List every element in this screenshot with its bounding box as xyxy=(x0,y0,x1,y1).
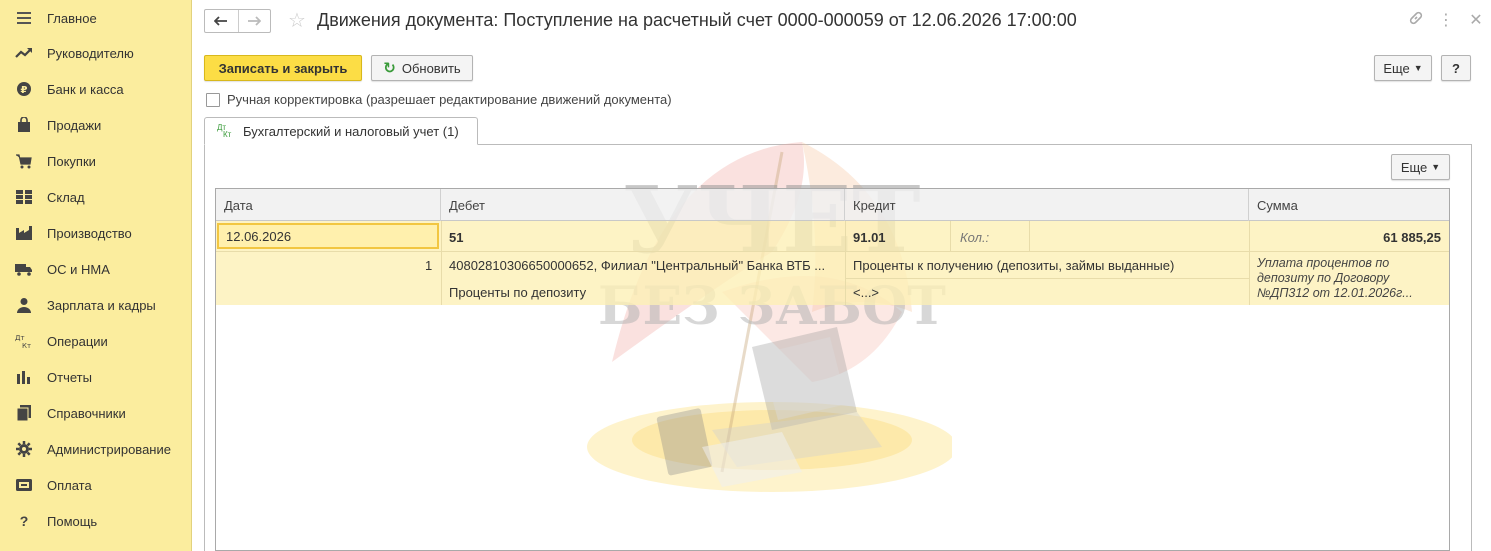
forward-button[interactable] xyxy=(237,10,271,32)
app-window: Главное Руководителю ₽ Банк и касса Прод… xyxy=(0,0,1491,551)
postings-table: Дата Дебет Кредит Сумма 12.06.2026 1 51 … xyxy=(215,188,1450,551)
credit-quantity[interactable]: Кол.: xyxy=(960,230,989,245)
chevron-down-icon: ▼ xyxy=(1431,162,1441,172)
sidebar-item-label: Руководителю xyxy=(47,45,134,61)
more-label: Еще xyxy=(1383,60,1410,76)
sidebar-item-salary[interactable]: Зарплата и кадры xyxy=(0,287,192,323)
sidebar-item-label: Производство xyxy=(47,225,132,241)
more-button[interactable]: Еще ▼ xyxy=(1374,55,1432,81)
svg-text:₽: ₽ xyxy=(21,85,28,96)
link-icon[interactable] xyxy=(1401,10,1431,31)
table-more-label: Еще xyxy=(1400,159,1428,175)
sidebar-item-label: Склад xyxy=(47,189,85,205)
refresh-button[interactable]: ↻ Обновить xyxy=(371,55,473,81)
sidebar-item-catalogs[interactable]: Справочники xyxy=(0,395,192,431)
sidebar-item-operations[interactable]: Дт Кт Операции xyxy=(0,323,192,359)
cart-icon xyxy=(14,153,34,169)
sidebar-item-manager[interactable]: Руководителю xyxy=(0,35,192,71)
trend-icon xyxy=(14,45,34,61)
svg-text:Кт: Кт xyxy=(22,342,31,349)
sidebar-item-label: Зарплата и кадры xyxy=(47,297,156,313)
debit-subconto-2[interactable]: Проценты по депозиту xyxy=(449,285,586,300)
row-number: 1 xyxy=(425,258,433,273)
credit-account[interactable]: 91.01 xyxy=(853,230,886,245)
manual-correction-label[interactable]: Ручная корректировка (разрешает редактир… xyxy=(227,92,672,107)
sidebar-item-bank[interactable]: ₽ Банк и касса xyxy=(0,71,192,107)
sidebar: Главное Руководителю ₽ Банк и касса Прод… xyxy=(0,0,192,551)
dt-kt-icon: Дт Кт xyxy=(14,333,34,349)
sidebar-item-label: Справочники xyxy=(47,405,126,421)
sidebar-item-sales[interactable]: Продажи xyxy=(0,107,192,143)
manual-correction-checkbox[interactable] xyxy=(206,92,220,107)
ruble-icon: ₽ xyxy=(14,81,34,97)
manual-correction-row: Ручная корректировка (разрешает редактир… xyxy=(206,92,672,107)
sidebar-item-label: Операции xyxy=(47,333,108,349)
sidebar-item-admin[interactable]: Администрирование xyxy=(0,431,192,467)
tab-accounting[interactable]: Дт Кт Бухгалтерский и налоговый учет (1) xyxy=(204,117,478,145)
sidebar-item-assets[interactable]: ОС и НМА xyxy=(0,251,192,287)
sidebar-item-help[interactable]: ? Помощь xyxy=(0,503,192,539)
books-icon xyxy=(14,405,34,421)
gear-icon xyxy=(14,441,34,457)
debit-subconto-1[interactable]: 40802810306650000652, Филиал "Центральны… xyxy=(449,258,839,273)
page-title: Движения документа: Поступление на расче… xyxy=(317,10,1077,30)
column-date[interactable]: Дата xyxy=(216,189,441,221)
table-header: Дата Дебет Кредит Сумма xyxy=(216,189,1449,221)
sidebar-item-label: ОС и НМА xyxy=(47,261,110,277)
wallet-icon xyxy=(14,477,34,493)
truck-icon xyxy=(14,261,34,277)
credit-subconto-1[interactable]: Проценты к получению (депозиты, займы вы… xyxy=(853,258,1174,273)
save-and-close-button[interactable]: Записать и закрыть xyxy=(204,55,362,81)
grid-icon xyxy=(14,189,34,205)
kt-text: Кт xyxy=(223,130,232,139)
bag-icon xyxy=(14,117,34,133)
sidebar-item-purchases[interactable]: Покупки xyxy=(0,143,192,179)
back-button[interactable] xyxy=(205,10,238,32)
sidebar-item-label: Оплата xyxy=(47,477,92,493)
tab-label: Бухгалтерский и налоговый учет (1) xyxy=(243,123,459,139)
menu-icon xyxy=(14,10,34,26)
sidebar-item-payment[interactable]: Оплата xyxy=(0,467,192,503)
question-icon: ? xyxy=(19,513,29,529)
column-credit[interactable]: Кредит xyxy=(845,189,1249,221)
sidebar-item-label: Покупки xyxy=(47,153,96,169)
help-button[interactable]: ? xyxy=(1441,55,1471,81)
sidebar-item-main[interactable]: Главное xyxy=(0,0,192,36)
person-icon xyxy=(14,297,34,313)
column-debit[interactable]: Дебет xyxy=(441,189,845,221)
date-cell[interactable]: 12.06.2026 xyxy=(217,223,439,249)
window-controls: ⋮ ✕ xyxy=(1401,10,1491,31)
star-icon[interactable]: ☆ xyxy=(288,8,306,33)
table-more-button[interactable]: Еще ▼ xyxy=(1391,154,1450,180)
table-row[interactable]: 12.06.2026 1 51 40802810306650000652, Фи… xyxy=(216,221,1449,305)
debit-account[interactable]: 51 xyxy=(449,230,463,245)
refresh-label: Обновить xyxy=(401,60,461,76)
sidebar-item-label: Отчеты xyxy=(47,369,92,385)
content-cell[interactable]: Уплата процентов по депозиту по Договору… xyxy=(1257,256,1442,301)
refresh-icon: ↻ xyxy=(383,60,396,77)
sidebar-item-reports[interactable]: Отчеты xyxy=(0,359,192,395)
bar-chart-icon xyxy=(14,369,34,385)
svg-text:Дт: Дт xyxy=(15,334,25,342)
sidebar-item-production[interactable]: Производство xyxy=(0,215,192,251)
sidebar-item-label: Продажи xyxy=(47,117,102,133)
sidebar-item-label: Администрирование xyxy=(47,441,171,457)
factory-icon xyxy=(14,225,34,241)
amount-cell[interactable]: 61 885,25 xyxy=(1383,230,1441,245)
sidebar-item-warehouse[interactable]: Склад xyxy=(0,179,192,215)
sidebar-item-label: Главное xyxy=(47,10,97,26)
sidebar-item-label: Помощь xyxy=(47,513,98,529)
column-amount[interactable]: Сумма xyxy=(1249,189,1449,221)
sidebar-item-label: Банк и касса xyxy=(47,81,124,97)
close-icon[interactable]: ✕ xyxy=(1461,10,1491,31)
dt-kt-icon: Дт Кт xyxy=(217,124,233,139)
history-nav xyxy=(204,9,271,33)
chevron-down-icon: ▼ xyxy=(1413,63,1423,73)
main-content: ☆ Движения документа: Поступление на рас… xyxy=(192,0,1491,551)
more-vertical-icon[interactable]: ⋮ xyxy=(1431,10,1461,31)
credit-subconto-2[interactable]: <...> xyxy=(853,285,879,300)
